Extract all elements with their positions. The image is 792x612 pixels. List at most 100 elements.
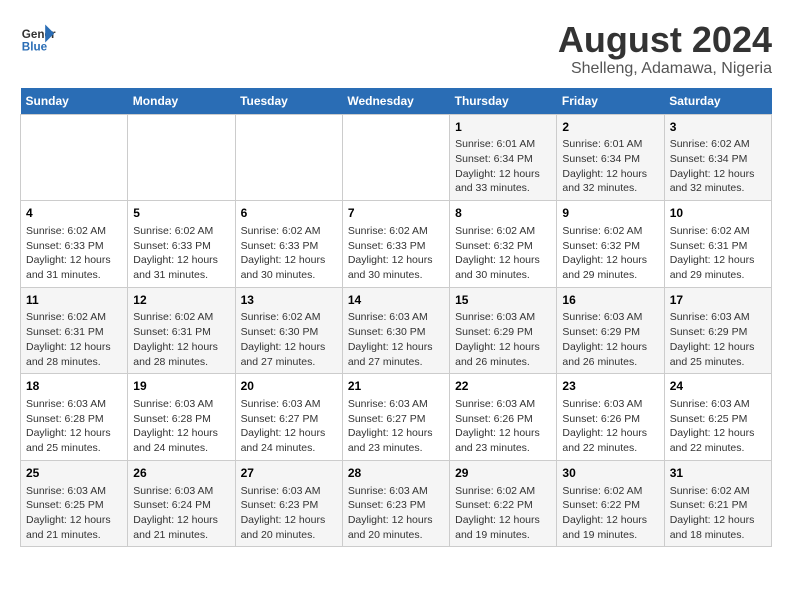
calendar-cell: 29 Sunrise: 6:02 AM Sunset: 6:22 PM Dayli… [450, 460, 557, 547]
calendar-cell: 20Sunrise: 6:03 AM Sunset: 6:27 PM Dayli… [235, 374, 342, 461]
day-number: 23 [562, 378, 658, 395]
calendar-cell: 14Sunrise: 6:03 AM Sunset: 6:30 PM Dayli… [342, 287, 449, 374]
day-info: Sunrise: 6:03 AM Sunset: 6:24 PM Dayligh… [133, 484, 229, 543]
day-info: Sunrise: 6:02 AM Sunset: 6:31 PM Dayligh… [26, 310, 122, 369]
weekday-header-thursday: Thursday [450, 88, 557, 115]
day-number: 25 [26, 465, 122, 482]
calendar-cell: 11Sunrise: 6:02 AM Sunset: 6:31 PM Dayli… [21, 287, 128, 374]
day-info: Sunrise: 6:03 AM Sunset: 6:28 PM Dayligh… [26, 397, 122, 456]
day-info: Sunrise: 6:03 AM Sunset: 6:27 PM Dayligh… [348, 397, 444, 456]
day-number: 14 [348, 292, 444, 309]
day-info: Sunrise: 6:02 AM Sunset: 6:31 PM Dayligh… [133, 310, 229, 369]
weekday-header-wednesday: Wednesday [342, 88, 449, 115]
day-number: 4 [26, 205, 122, 222]
day-info: Sunrise: 6:03 AM Sunset: 6:30 PM Dayligh… [348, 310, 444, 369]
calendar-week-4: 18 Sunrise: 6:03 AM Sunset: 6:28 PM Dayli… [21, 374, 772, 461]
calendar-cell: 8Sunrise: 6:02 AM Sunset: 6:32 PM Daylig… [450, 201, 557, 288]
calendar-cell: 6 Sunrise: 6:02 AM Sunset: 6:33 PM Daylig… [235, 201, 342, 288]
calendar-cell: 10 Sunrise: 6:02 AM Sunset: 6:31 PM Dayli… [664, 201, 771, 288]
logo: General Blue [20, 20, 56, 56]
calendar-cell: 26 Sunrise: 6:03 AM Sunset: 6:24 PM Dayli… [128, 460, 235, 547]
calendar-title: August 2024 [558, 20, 772, 60]
day-number: 26 [133, 465, 229, 482]
page-header: General Blue August 2024 Shelleng, Adama… [20, 20, 772, 78]
day-info: Sunrise: 6:02 AM Sunset: 6:22 PM Dayligh… [455, 484, 551, 543]
calendar-cell: 25 Sunrise: 6:03 AM Sunset: 6:25 PM Dayli… [21, 460, 128, 547]
day-number: 27 [241, 465, 337, 482]
calendar-cell [342, 114, 449, 201]
day-number: 1 [455, 119, 551, 136]
day-number: 10 [670, 205, 766, 222]
day-number: 11 [26, 292, 122, 309]
day-info: Sunrise: 6:02 AM Sunset: 6:32 PM Dayligh… [562, 224, 658, 283]
calendar-cell: 1Sunrise: 6:01 AM Sunset: 6:34 PM Daylig… [450, 114, 557, 201]
day-info: Sunrise: 6:03 AM Sunset: 6:26 PM Dayligh… [562, 397, 658, 456]
calendar-week-2: 4 Sunrise: 6:02 AM Sunset: 6:33 PM Daylig… [21, 201, 772, 288]
day-info: Sunrise: 6:03 AM Sunset: 6:25 PM Dayligh… [26, 484, 122, 543]
calendar-cell [235, 114, 342, 201]
calendar-cell: 15Sunrise: 6:03 AM Sunset: 6:29 PM Dayli… [450, 287, 557, 374]
weekday-header-monday: Monday [128, 88, 235, 115]
calendar-week-3: 11Sunrise: 6:02 AM Sunset: 6:31 PM Dayli… [21, 287, 772, 374]
day-number: 22 [455, 378, 551, 395]
day-info: Sunrise: 6:02 AM Sunset: 6:30 PM Dayligh… [241, 310, 337, 369]
day-number: 3 [670, 119, 766, 136]
day-info: Sunrise: 6:03 AM Sunset: 6:29 PM Dayligh… [455, 310, 551, 369]
day-info: Sunrise: 6:03 AM Sunset: 6:29 PM Dayligh… [670, 310, 766, 369]
day-number: 17 [670, 292, 766, 309]
calendar-table: SundayMondayTuesdayWednesdayThursdayFrid… [20, 88, 772, 548]
day-number: 20 [241, 378, 337, 395]
day-info: Sunrise: 6:02 AM Sunset: 6:33 PM Dayligh… [26, 224, 122, 283]
calendar-cell: 12Sunrise: 6:02 AM Sunset: 6:31 PM Dayli… [128, 287, 235, 374]
day-info: Sunrise: 6:03 AM Sunset: 6:26 PM Dayligh… [455, 397, 551, 456]
day-info: Sunrise: 6:02 AM Sunset: 6:33 PM Dayligh… [133, 224, 229, 283]
calendar-cell [21, 114, 128, 201]
day-number: 24 [670, 378, 766, 395]
day-info: Sunrise: 6:03 AM Sunset: 6:28 PM Dayligh… [133, 397, 229, 456]
title-block: August 2024 Shelleng, Adamawa, Nigeria [558, 20, 772, 78]
day-number: 12 [133, 292, 229, 309]
calendar-cell: 18 Sunrise: 6:03 AM Sunset: 6:28 PM Dayli… [21, 374, 128, 461]
weekday-header-row: SundayMondayTuesdayWednesdayThursdayFrid… [21, 88, 772, 115]
calendar-cell: 28Sunrise: 6:03 AM Sunset: 6:23 PM Dayli… [342, 460, 449, 547]
day-info: Sunrise: 6:03 AM Sunset: 6:25 PM Dayligh… [670, 397, 766, 456]
day-number: 29 [455, 465, 551, 482]
calendar-cell: 16Sunrise: 6:03 AM Sunset: 6:29 PM Dayli… [557, 287, 664, 374]
day-number: 15 [455, 292, 551, 309]
calendar-cell: 19Sunrise: 6:03 AM Sunset: 6:28 PM Dayli… [128, 374, 235, 461]
day-info: Sunrise: 6:01 AM Sunset: 6:34 PM Dayligh… [562, 137, 658, 196]
day-number: 5 [133, 205, 229, 222]
day-number: 18 [26, 378, 122, 395]
day-info: Sunrise: 6:02 AM Sunset: 6:33 PM Dayligh… [241, 224, 337, 283]
calendar-week-5: 25 Sunrise: 6:03 AM Sunset: 6:25 PM Dayli… [21, 460, 772, 547]
weekday-header-tuesday: Tuesday [235, 88, 342, 115]
day-number: 6 [241, 205, 337, 222]
calendar-cell: 2Sunrise: 6:01 AM Sunset: 6:34 PM Daylig… [557, 114, 664, 201]
day-info: Sunrise: 6:02 AM Sunset: 6:31 PM Dayligh… [670, 224, 766, 283]
calendar-cell: 24 Sunrise: 6:03 AM Sunset: 6:25 PM Dayli… [664, 374, 771, 461]
day-number: 13 [241, 292, 337, 309]
calendar-week-1: 1 Sunrise: 6:01 AM Sunset: 6:34 PM Daylig… [21, 114, 772, 201]
day-info: Sunrise: 6:02 AM Sunset: 6:21 PM Dayligh… [670, 484, 766, 543]
day-number: 16 [562, 292, 658, 309]
day-info: Sunrise: 6:02 AM Sunset: 6:34 PM Dayligh… [670, 137, 766, 196]
day-info: Sunrise: 6:02 AM Sunset: 6:32 PM Dayligh… [455, 224, 551, 283]
day-number: 9 [562, 205, 658, 222]
calendar-body: 1 Sunrise: 6:01 AM Sunset: 6:34 PM Daylig… [21, 114, 772, 547]
weekday-header-friday: Friday [557, 88, 664, 115]
day-info: Sunrise: 6:03 AM Sunset: 6:23 PM Dayligh… [241, 484, 337, 543]
weekday-header-saturday: Saturday [664, 88, 771, 115]
weekday-header-sunday: Sunday [21, 88, 128, 115]
calendar-cell: 31 Sunrise: 6:02 AM Sunset: 6:21 PM Dayli… [664, 460, 771, 547]
day-number: 7 [348, 205, 444, 222]
day-number: 31 [670, 465, 766, 482]
calendar-cell: 3Sunrise: 6:02 AM Sunset: 6:34 PM Daylig… [664, 114, 771, 201]
day-info: Sunrise: 6:02 AM Sunset: 6:33 PM Dayligh… [348, 224, 444, 283]
calendar-cell: 13Sunrise: 6:02 AM Sunset: 6:30 PM Dayli… [235, 287, 342, 374]
day-number: 21 [348, 378, 444, 395]
calendar-cell: 23 Sunrise: 6:03 AM Sunset: 6:26 PM Dayli… [557, 374, 664, 461]
day-info: Sunrise: 6:03 AM Sunset: 6:29 PM Dayligh… [562, 310, 658, 369]
calendar-cell: 21 Sunrise: 6:03 AM Sunset: 6:27 PM Dayli… [342, 374, 449, 461]
calendar-cell: 5 Sunrise: 6:02 AM Sunset: 6:33 PM Daylig… [128, 201, 235, 288]
calendar-cell: 27 Sunrise: 6:03 AM Sunset: 6:23 PM Dayli… [235, 460, 342, 547]
